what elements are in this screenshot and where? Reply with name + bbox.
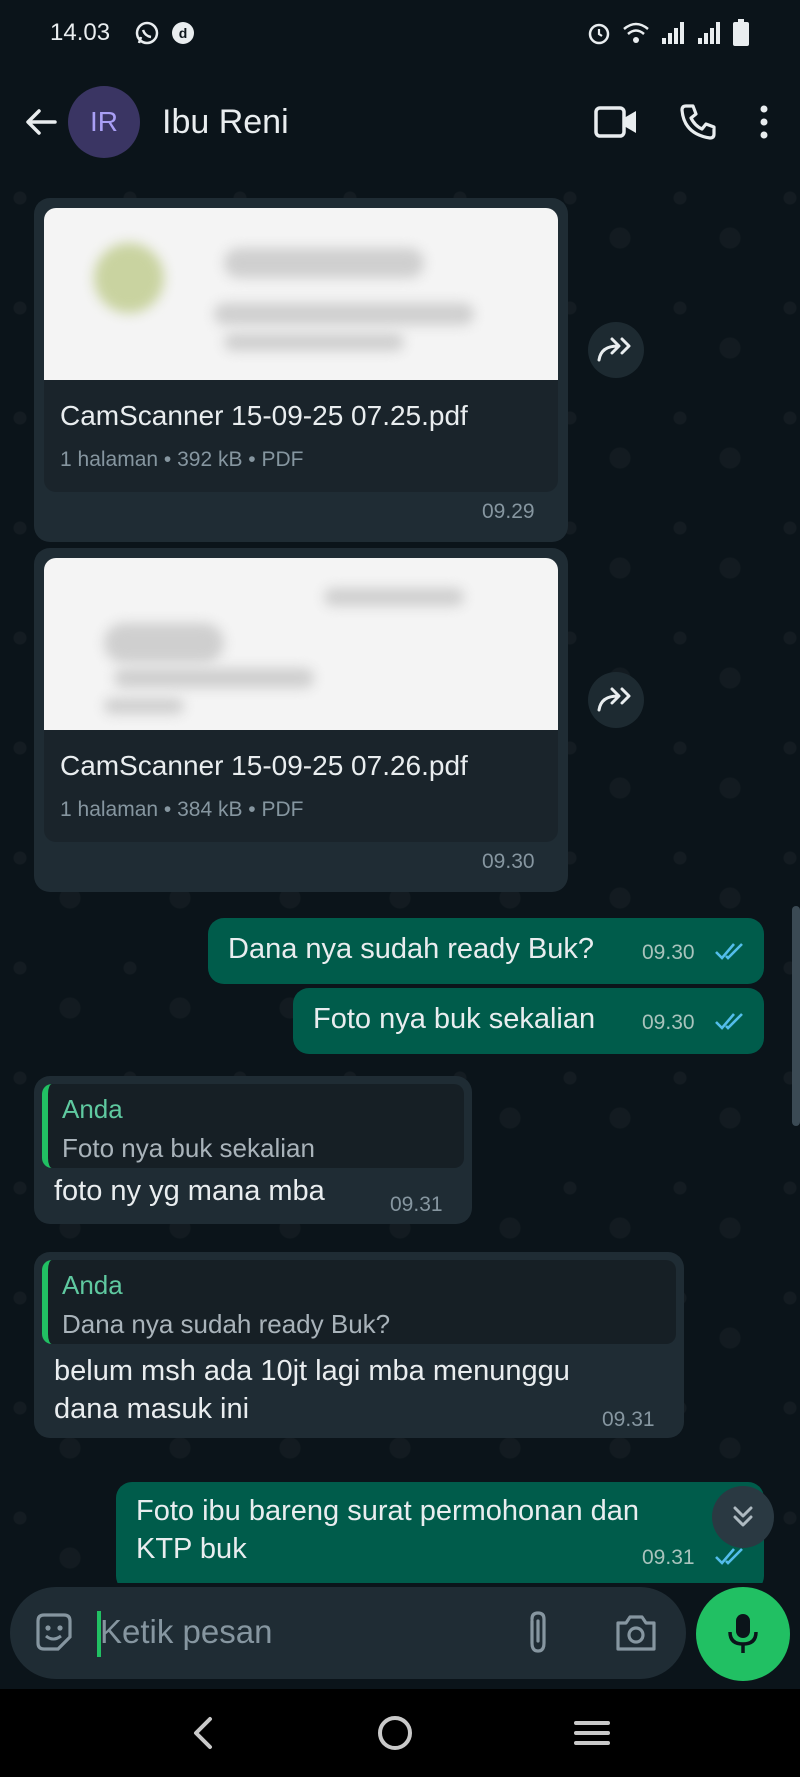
message-placeholder: Ketik pesan: [100, 1613, 273, 1650]
nav-recents-icon[interactable]: [572, 1713, 612, 1753]
forward-button[interactable]: [588, 672, 644, 728]
camera-icon[interactable]: [614, 1613, 658, 1653]
message-time: 09.30: [642, 1011, 695, 1034]
document-info: CamScanner 15-09-25 07.26.pdf 1 halaman …: [44, 730, 558, 842]
incoming-reply-message[interactable]: Anda Dana nya sudah ready Buk? belum msh…: [34, 1252, 684, 1438]
message-text-line-1: Foto ibu bareng surat permohonan dan: [136, 1495, 640, 1527]
phone-icon[interactable]: [678, 102, 718, 142]
document-file-name: CamScanner 15-09-25 07.26.pdf: [60, 750, 468, 781]
message-time: 09.30: [482, 850, 535, 873]
message-time: 09.29: [482, 500, 535, 523]
incoming-reply-message[interactable]: Anda Foto nya buk sekalian foto ny yg ma…: [34, 1076, 472, 1224]
document-meta: 1 halaman • 384 kB • PDF: [60, 798, 304, 821]
document-preview[interactable]: [44, 208, 558, 380]
outgoing-message[interactable]: Foto nya buk sekalian 09.30: [293, 988, 764, 1054]
chat-area[interactable]: CamScanner 15-09-25 07.25.pdf 1 halaman …: [0, 178, 800, 1583]
quote-author: Anda: [62, 1094, 123, 1124]
signal-icon-2: [698, 22, 720, 44]
message-time: 09.30: [642, 941, 695, 964]
document-info: CamScanner 15-09-25 07.25.pdf 1 halaman …: [44, 380, 558, 492]
status-time: 14.03: [50, 19, 111, 46]
forward-icon: [597, 687, 631, 712]
quote-text: Foto nya buk sekalian: [62, 1133, 315, 1163]
video-call-icon[interactable]: [594, 104, 638, 140]
attach-icon[interactable]: [522, 1609, 554, 1657]
avatar[interactable]: IR: [68, 86, 140, 158]
quoted-message[interactable]: Anda Foto nya buk sekalian: [42, 1084, 464, 1168]
contact-name[interactable]: Ibu Reni: [162, 103, 289, 142]
signal-icon: [662, 22, 684, 44]
status-bar: 14.03 d: [0, 0, 800, 66]
message-text-line-2: KTP buk: [136, 1533, 247, 1565]
sticker-icon[interactable]: [32, 1611, 76, 1655]
mic-icon: [728, 1614, 758, 1653]
alarm-icon: [588, 23, 610, 45]
more-vert-icon[interactable]: [758, 104, 770, 140]
quote-author: Anda: [62, 1270, 123, 1300]
system-navigation-bar: [0, 1689, 800, 1777]
double-chevron-down-icon: [733, 1506, 753, 1527]
nav-back-icon[interactable]: [188, 1713, 218, 1753]
message-text: Foto nya buk sekalian: [313, 1003, 596, 1035]
document-message[interactable]: CamScanner 15-09-25 07.26.pdf 1 halaman …: [34, 548, 568, 892]
voice-message-button[interactable]: [696, 1587, 790, 1681]
outgoing-message[interactable]: Dana nya sudah ready Buk? 09.30: [208, 918, 764, 984]
forward-icon: [597, 337, 631, 362]
composer-bar: Ketik pesan: [0, 1583, 800, 1689]
back-arrow-icon: [26, 109, 57, 135]
read-receipt-icon: [715, 943, 743, 960]
chat-scrollbar[interactable]: [792, 906, 800, 1126]
message-text-line-2: dana masuk ini: [54, 1393, 250, 1425]
quoted-message[interactable]: Anda Dana nya sudah ready Buk?: [42, 1260, 676, 1344]
message-text: Dana nya sudah ready Buk?: [228, 933, 594, 965]
svg-text:d: d: [179, 25, 188, 41]
back-button[interactable]: [10, 91, 72, 153]
read-receipt-icon: [715, 1548, 743, 1565]
message-time: 09.31: [390, 1193, 443, 1216]
whatsapp-notification-icon: [135, 21, 159, 45]
message-input[interactable]: Ketik pesan: [10, 1587, 686, 1679]
document-file-name: CamScanner 15-09-25 07.25.pdf: [60, 400, 468, 431]
forward-button[interactable]: [588, 322, 644, 378]
quote-text: Dana nya sudah ready Buk?: [62, 1309, 391, 1339]
document-meta: 1 halaman • 392 kB • PDF: [60, 448, 304, 471]
outgoing-message[interactable]: Foto ibu bareng surat permohonan dan KTP…: [116, 1482, 764, 1583]
nav-home-icon[interactable]: [375, 1713, 415, 1753]
app-notification-icon: d: [172, 22, 195, 44]
message-time: 09.31: [602, 1408, 655, 1431]
message-time: 09.31: [642, 1546, 695, 1569]
message-text-line-1: belum msh ada 10jt lagi mba menunggu: [54, 1355, 570, 1387]
scroll-to-bottom-button[interactable]: [712, 1486, 774, 1548]
document-preview[interactable]: [44, 558, 558, 730]
avatar-initials: IR: [90, 106, 118, 137]
wifi-icon: [623, 22, 649, 43]
battery-icon: [733, 19, 749, 46]
chat-header: IR Ibu Reni: [0, 66, 800, 178]
message-text: foto ny yg mana mba: [54, 1175, 325, 1207]
read-receipt-icon: [715, 1013, 743, 1030]
document-message[interactable]: CamScanner 15-09-25 07.25.pdf 1 halaman …: [34, 198, 568, 542]
